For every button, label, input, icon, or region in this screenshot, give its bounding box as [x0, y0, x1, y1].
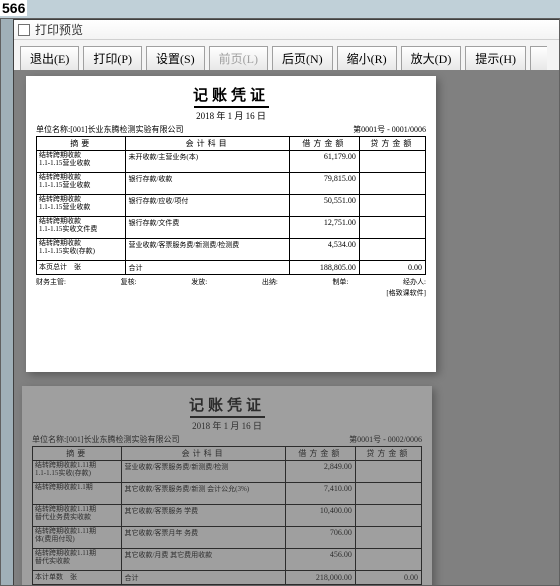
voucher-table: 摘要 会计科目 借方金额 贷方金额 结转跨期收款1.1-1.15营业收款未开收款…: [36, 136, 426, 275]
title-underline: [194, 106, 269, 108]
outer-frame: 打印预览 退出(E) 打印(P) 设置(S) 前页(L) 后页(N) 缩小(R)…: [0, 18, 560, 586]
window-titlebar: 打印预览: [14, 20, 559, 40]
unit-info: 单位名称:[001]长业东腾检测实验有限公司: [32, 434, 180, 445]
preview-area[interactable]: 记账凭证 2018 年 1 月 16 日 单位名称:[001]长业东腾检测实验有…: [14, 70, 559, 585]
table-row: 结转跨期收款1.11期替代实收款其它收款/月费 其它费用收款456.00: [33, 549, 422, 571]
table-row: 结转跨期收款1.1-1.15实收(存款)营业收款/客票服务费/新测费/检测费4,…: [37, 239, 426, 261]
voucher-table: 摘要 会计科目 借方金额 贷方金额 结转跨期收款1.11期1.1-1.15实收(…: [32, 446, 422, 585]
print-preview-window: 打印预览 退出(E) 打印(P) 设置(S) 前页(L) 后页(N) 缩小(R)…: [13, 19, 559, 585]
voucher-title: 记账凭证: [32, 394, 422, 415]
footer-software: [格致课软件]: [36, 288, 426, 298]
more-button[interactable]: [530, 46, 547, 71]
exit-button[interactable]: 退出(E): [20, 46, 79, 71]
page-number-label: 566: [0, 0, 27, 16]
sign-line: 财务主管: 复核: 发放: 出纳: 制单: 经办人:: [36, 277, 426, 287]
table-row: 结转跨期收款1.11期替代业务费实收款其它收款/客票服务 学费10,400.00: [33, 505, 422, 527]
app-icon: [18, 24, 30, 36]
table-row: 结转跨期收款1.1-1.15实收文件费银行存款/文件费12,751.00: [37, 217, 426, 239]
col-summary: 摘要: [37, 137, 126, 151]
voucher-page-1: 记账凭证 2018 年 1 月 16 日 单位名称:[001]长业东腾检测实验有…: [26, 76, 436, 372]
table-row: 结转跨期收款1.1-1.15营业收款未开收款/主营业务(本)61,179.00: [37, 151, 426, 173]
voucher-page-2: 记账凭证 2018 年 1 月 16 日 单位名称:[001]长业东腾检测实验有…: [22, 386, 432, 585]
table-total-row: 本页总计 张 合计 188,805.00 0.00: [37, 261, 426, 275]
title-underline: [190, 416, 265, 418]
zoom-out-button[interactable]: 缩小(R): [337, 46, 397, 71]
voucher-counter: 第0001号 - 0002/0006: [349, 434, 422, 445]
voucher-date: 2018 年 1 月 16 日: [32, 419, 422, 432]
next-page-button[interactable]: 后页(N): [272, 46, 333, 71]
voucher-date: 2018 年 1 月 16 日: [36, 109, 426, 122]
table-header-row: 摘要 会计科目 借方金额 贷方金额: [37, 137, 426, 151]
col-debit: 借方金额: [285, 447, 355, 461]
voucher-counter: 第0001号 - 0001/0006: [353, 124, 426, 135]
col-credit: 贷方金额: [359, 137, 425, 151]
table-row: 结转跨期收款1.11期1.1-1.15实收(存款)营业收款/客票服务费/新测费/…: [33, 461, 422, 483]
voucher-title: 记账凭证: [36, 84, 426, 105]
col-account: 会计科目: [122, 447, 285, 461]
table-row: 结转跨期收款1.1期其它收款/客票服务费/新测 会计公允(3%)7,410.00: [33, 483, 422, 505]
setup-button[interactable]: 设置(S): [146, 46, 205, 71]
tips-button[interactable]: 提示(H): [465, 46, 526, 71]
col-debit: 借方金额: [289, 137, 359, 151]
table-row: 结转跨期收款1.1-1.15营业收款银行存款/应收/项付50,551.00: [37, 195, 426, 217]
col-summary: 摘要: [33, 447, 122, 461]
window-title: 打印预览: [35, 21, 83, 38]
table-row: 结转跨期收款1.11期体(费用付现)其它收款/客票月年 务费706.00: [33, 527, 422, 549]
table-header-row: 摘要 会计科目 借方金额 贷方金额: [33, 447, 422, 461]
col-credit: 贷方金额: [355, 447, 421, 461]
table-row: 结转跨期收款1.1-1.15营业收款银行存款/收款79,815.00: [37, 173, 426, 195]
voucher-meta: 单位名称:[001]长业东腾检测实验有限公司 第0001号 - 0002/000…: [32, 434, 422, 445]
table-total-row: 本计单数 张 合计 218,000.00 0.00: [33, 571, 422, 585]
unit-info: 单位名称:[001]长业东腾检测实验有限公司: [36, 124, 184, 135]
prev-page-button[interactable]: 前页(L): [209, 46, 268, 71]
zoom-in-button[interactable]: 放大(D): [401, 46, 462, 71]
voucher-meta: 单位名称:[001]长业东腾检测实验有限公司 第0001号 - 0001/000…: [36, 124, 426, 135]
col-account: 会计科目: [126, 137, 289, 151]
print-button[interactable]: 打印(P): [83, 46, 142, 71]
